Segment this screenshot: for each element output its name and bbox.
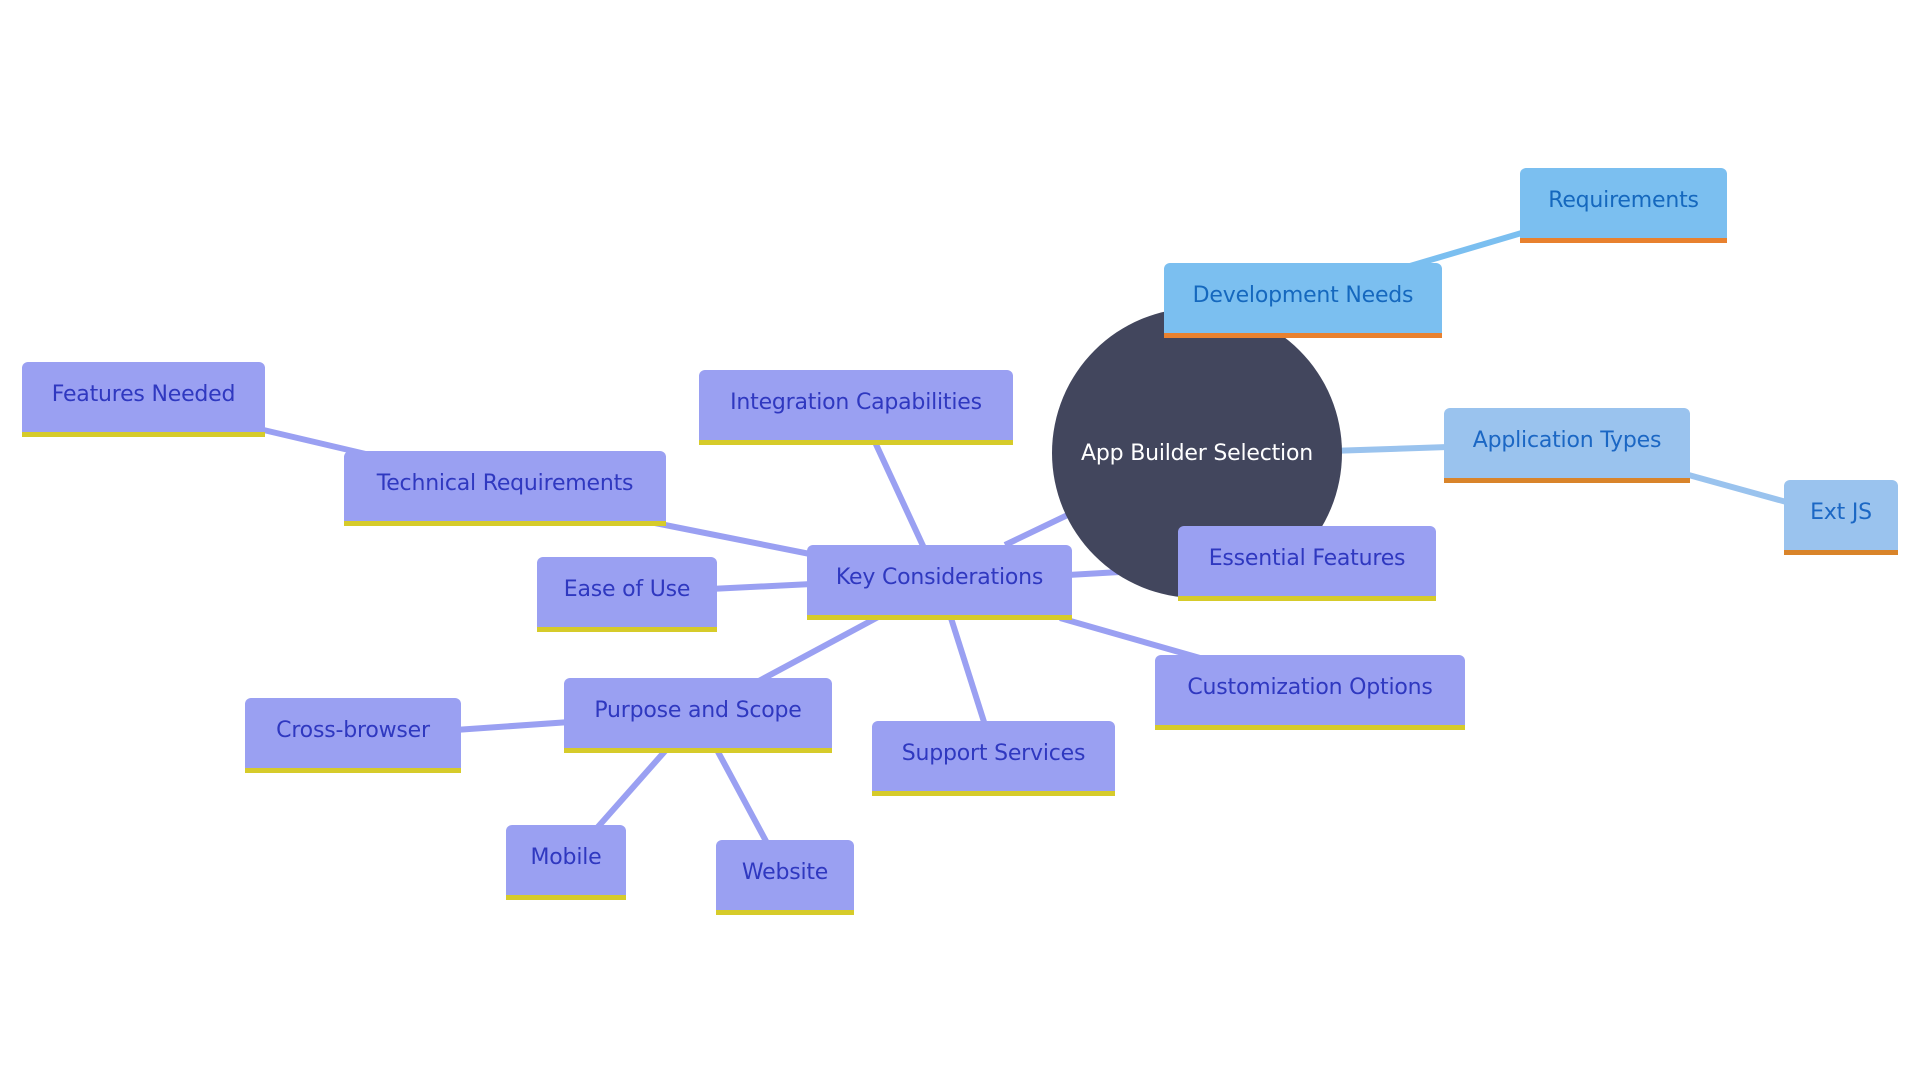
- node-label: Ext JS: [1810, 499, 1872, 525]
- node-label: Requirements: [1548, 187, 1699, 213]
- node-requirements[interactable]: Requirements: [1520, 168, 1727, 243]
- node-ease-of-use[interactable]: Ease of Use: [537, 557, 717, 632]
- node-ext-js[interactable]: Ext JS: [1784, 480, 1898, 555]
- edges-layer: [254, 229, 1791, 845]
- node-mobile[interactable]: Mobile: [506, 825, 626, 900]
- node-customization-options[interactable]: Customization Options: [1155, 655, 1465, 730]
- node-development-needs[interactable]: Development Needs: [1164, 263, 1442, 338]
- edge-key-considerations-purpose-and-scope: [755, 613, 882, 685]
- node-label: Essential Features: [1208, 545, 1406, 571]
- edge-purpose-and-scope-cross-browser: [454, 719, 571, 733]
- edge-application-types-ext-js: [1684, 471, 1791, 506]
- edge-root-application-types: [1329, 444, 1449, 454]
- node-cross-browser[interactable]: Cross-browser: [245, 698, 461, 773]
- node-label: Development Needs: [1192, 282, 1414, 308]
- node-label: Integration Capabilities: [730, 389, 982, 415]
- edge-key-considerations-support-services: [947, 614, 988, 726]
- node-purpose-and-scope[interactable]: Purpose and Scope: [564, 678, 832, 753]
- edge-purpose-and-scope-mobile: [594, 748, 669, 830]
- node-label: Website: [741, 859, 829, 885]
- node-integration-capabilities[interactable]: Integration Capabilities: [699, 370, 1013, 445]
- edge-development-needs-requirements: [1409, 229, 1526, 269]
- node-label: Technical Requirements: [376, 470, 634, 496]
- edge-key-considerations-integration-capabilities: [871, 438, 927, 550]
- node-essential-features[interactable]: Essential Features: [1178, 526, 1436, 601]
- edge-key-considerations-technical-requirements: [639, 517, 821, 559]
- node-label: Features Needed: [51, 381, 236, 407]
- node-website[interactable]: Website: [716, 840, 854, 915]
- edge-purpose-and-scope-website: [714, 748, 770, 845]
- node-support-services[interactable]: Support Services: [872, 721, 1115, 796]
- node-label: Application Types: [1472, 427, 1662, 453]
- node-label: Customization Options: [1187, 674, 1433, 700]
- node-features-needed[interactable]: Features Needed: [22, 362, 265, 437]
- mindmap-canvas: App Builder Selection Key Considerations…: [0, 0, 1920, 1080]
- node-technical-requirements[interactable]: Technical Requirements: [344, 451, 666, 526]
- edge-key-considerations-customization-options: [1059, 615, 1201, 661]
- root-node-label: App Builder Selection: [1081, 440, 1313, 466]
- edge-key-considerations-ease-of-use: [709, 581, 813, 592]
- node-label: Key Considerations: [835, 564, 1044, 590]
- node-label: Cross-browser: [276, 717, 430, 743]
- node-key-considerations[interactable]: Key Considerations: [807, 545, 1072, 620]
- node-label: Purpose and Scope: [594, 697, 802, 723]
- node-label: Mobile: [530, 844, 602, 870]
- node-label: Ease of Use: [563, 576, 691, 602]
- node-application-types[interactable]: Application Types: [1444, 408, 1690, 483]
- node-label: Support Services: [901, 740, 1086, 766]
